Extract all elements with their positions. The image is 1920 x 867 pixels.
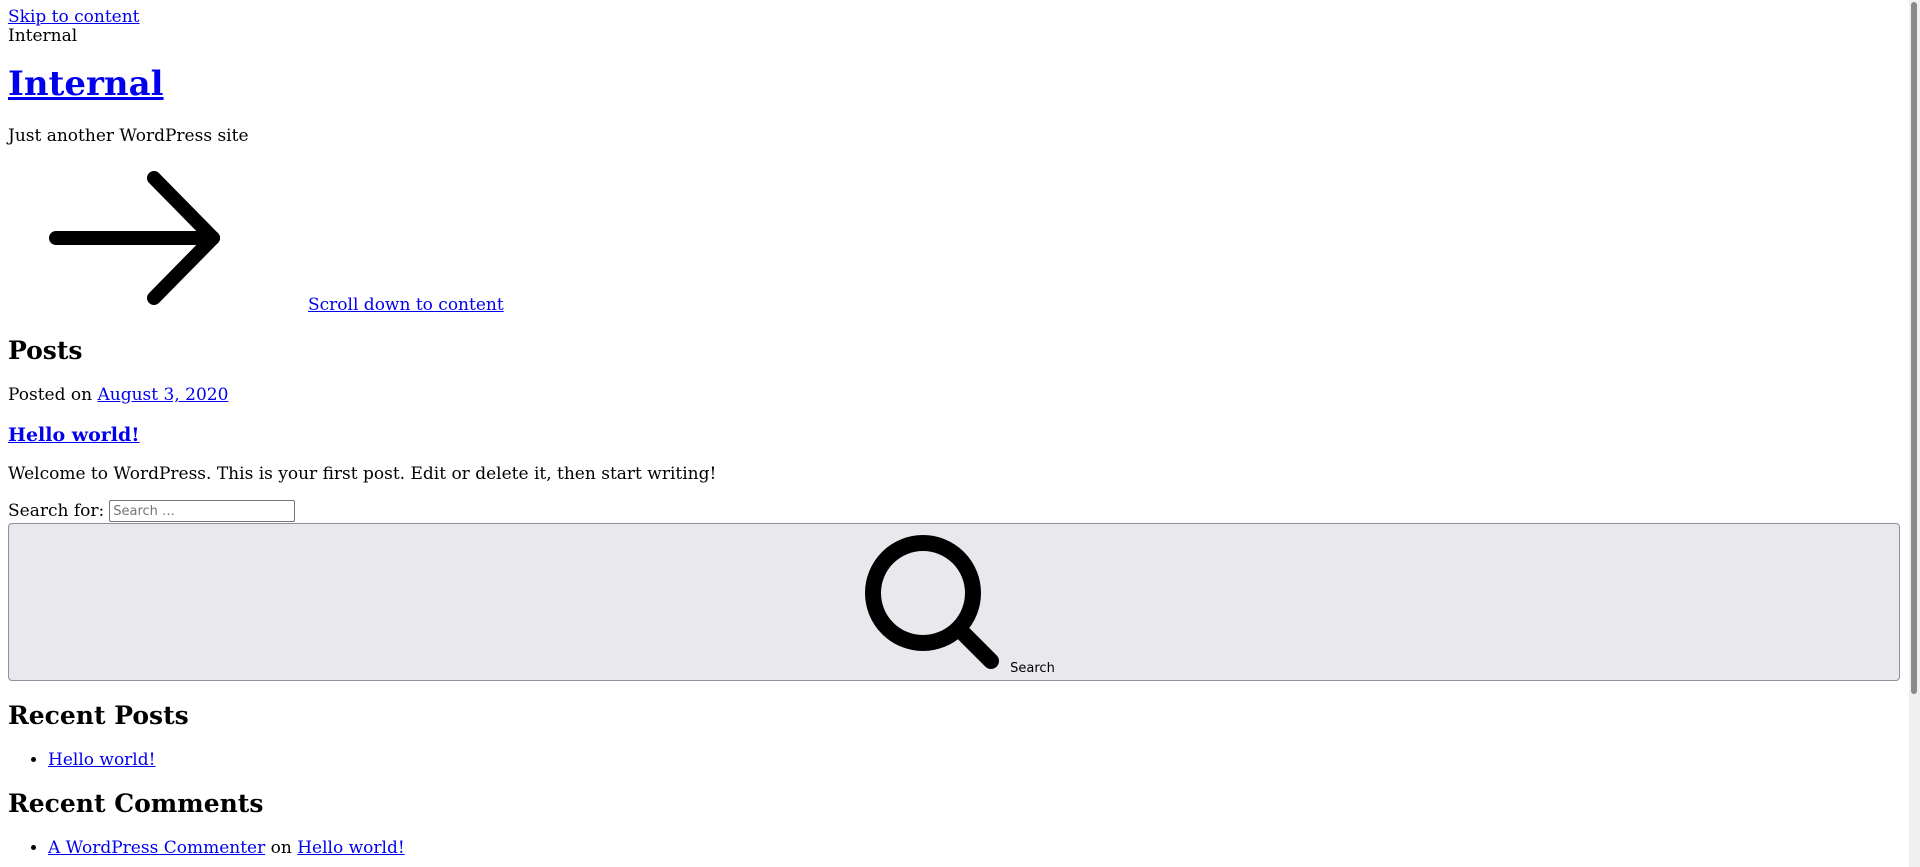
post-title: Hello world!: [8, 423, 140, 447]
post-excerpt: Welcome to WordPress. This is your first…: [8, 464, 717, 484]
comment-post-link[interactable]: Hello world!: [297, 838, 404, 858]
search-button[interactable]: Search: [8, 523, 1900, 681]
search-icon: [853, 523, 1008, 678]
list-item: A WordPress Commenter on Hello world!: [48, 835, 405, 861]
recent-posts-heading: Recent Posts: [8, 701, 189, 730]
scrollbar-thumb[interactable]: [1911, 2, 1917, 694]
recent-posts-list: Hello world!: [8, 747, 155, 773]
search-button-label: Search: [1010, 661, 1055, 676]
skip-to-content-link[interactable]: Skip to content: [8, 7, 140, 27]
site-title-link[interactable]: Internal: [8, 64, 164, 104]
site-tagline: Just another WordPress site: [8, 126, 249, 146]
posted-on-label: Posted on: [8, 385, 93, 405]
recent-comments-heading: Recent Comments: [8, 789, 264, 818]
post-meta: Posted on August 3, 2020: [8, 385, 228, 405]
list-item: Hello world!: [48, 747, 155, 773]
post-date-link[interactable]: August 3, 2020: [97, 385, 228, 405]
scroll-down-link[interactable]: Scroll down to content: [8, 156, 504, 316]
scroll-down-label: Scroll down to content: [308, 295, 504, 315]
post-title-link[interactable]: Hello world!: [8, 424, 140, 446]
site-name-label: Internal: [8, 26, 78, 46]
site-title: Internal: [8, 64, 164, 104]
search-label: Search for:: [8, 501, 105, 521]
search-input[interactable]: [109, 500, 296, 522]
search-form: Search for:: [8, 500, 296, 522]
recent-post-link[interactable]: Hello world!: [48, 750, 155, 770]
vertical-scrollbar[interactable]: [1909, 0, 1920, 867]
comment-author-link[interactable]: A WordPress Commenter: [48, 838, 265, 858]
posts-heading: Posts: [8, 336, 83, 365]
recent-comments-list: A WordPress Commenter on Hello world!: [8, 835, 405, 861]
arrow-right-icon: [8, 156, 308, 316]
comment-connector: on: [270, 838, 292, 858]
